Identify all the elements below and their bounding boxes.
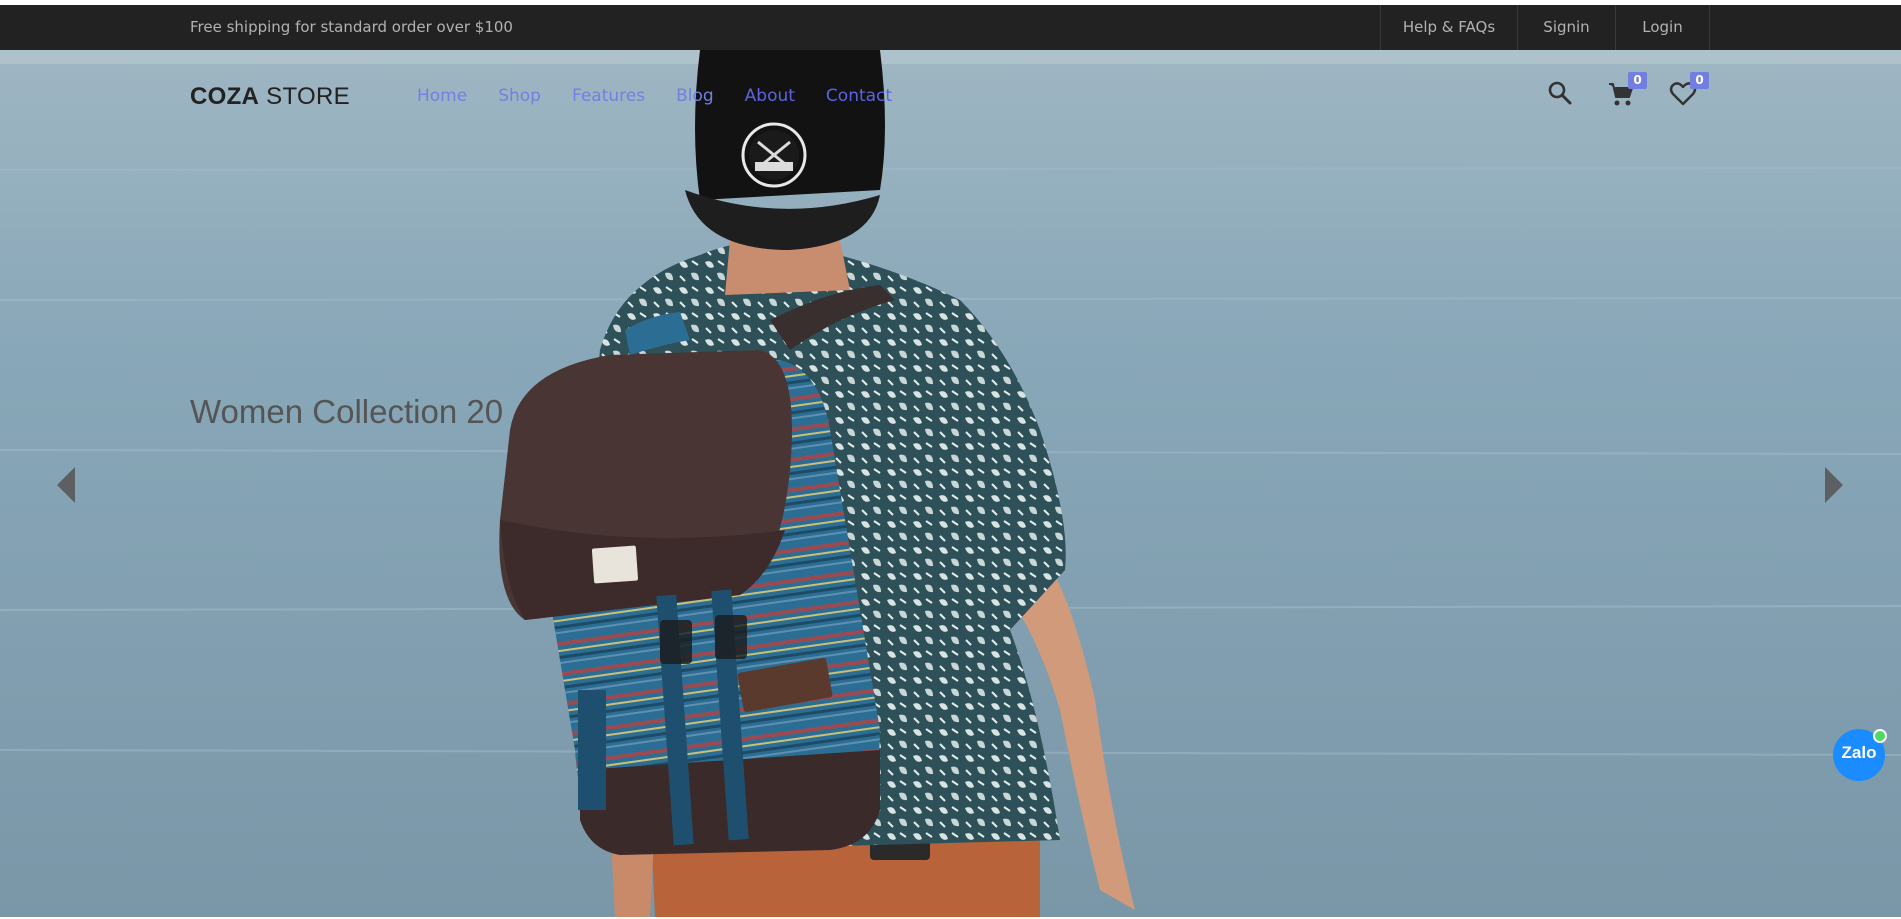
search-icon [1548, 81, 1572, 105]
logo-light: STORE [266, 83, 350, 110]
wishlist-button[interactable]: 0 [1669, 72, 1709, 110]
search-button[interactable] [1547, 80, 1577, 110]
menu-contact[interactable]: Contact [826, 86, 892, 106]
wishlist-count-badge: 0 [1690, 72, 1709, 89]
chevron-left-icon [57, 467, 75, 503]
help-faqs-link[interactable]: Help & FAQs [1380, 5, 1517, 50]
shipping-notice: Free shipping for standard order over $1… [190, 18, 513, 36]
zalo-label: Zalo [1841, 743, 1877, 762]
menu-blog[interactable]: Blog [676, 86, 714, 106]
login-link[interactable]: Login [1615, 5, 1710, 50]
hero-title: Women Collection 20 [190, 393, 504, 430]
menu-home[interactable]: Home [417, 86, 467, 106]
menu-features[interactable]: Features [572, 86, 645, 106]
chevron-right-icon [1825, 467, 1843, 503]
main-menu: Home Shop Features Blog About Contact [417, 86, 923, 106]
hero-slider [0, 50, 1901, 917]
signin-link[interactable]: Signin [1517, 5, 1615, 50]
menu-about[interactable]: About [745, 86, 795, 106]
cart-button[interactable]: 0 [1607, 72, 1647, 110]
slider-next-button[interactable] [1823, 466, 1845, 504]
logo[interactable]: COZA STORE [190, 83, 350, 111]
top-links: Help & FAQs Signin Login [1380, 5, 1710, 50]
zalo-chat-button[interactable]: Zalo [1833, 729, 1887, 781]
slider-prev-button[interactable] [55, 466, 77, 504]
hero-image [0, 50, 1901, 917]
logo-bold: COZA [190, 83, 260, 110]
menu-shop[interactable]: Shop [498, 86, 541, 106]
top-bar: Free shipping for standard order over $1… [0, 5, 1901, 50]
online-status-dot [1873, 729, 1887, 743]
cart-count-badge: 0 [1628, 72, 1647, 89]
